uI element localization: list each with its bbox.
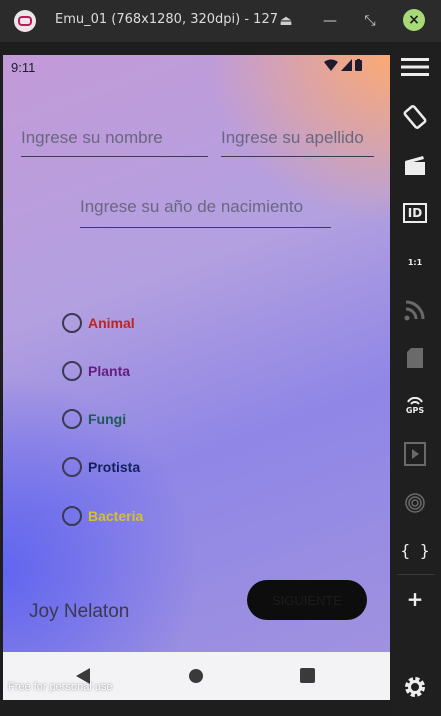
fingerprint-icon[interactable] — [400, 488, 430, 518]
code-icon[interactable]: { } — [400, 535, 430, 565]
menu-icon[interactable] — [400, 52, 430, 82]
anio-nacimiento-input[interactable] — [80, 192, 331, 228]
settings-gear-icon[interactable] — [400, 672, 430, 702]
radio-label: Bacteria — [88, 508, 144, 524]
user-name-text: Joy Nelaton — [29, 601, 130, 622]
add-icon[interactable]: + — [400, 584, 430, 614]
siguiente-button[interactable]: SIGUIENTE — [247, 580, 367, 620]
watermark-text: Free for personal use — [8, 681, 113, 693]
recents-icon[interactable] — [300, 668, 315, 683]
home-icon[interactable] — [189, 669, 203, 683]
media-icon[interactable] — [400, 439, 430, 469]
nombre-input[interactable] — [21, 125, 208, 157]
screencast-icon[interactable] — [400, 150, 430, 180]
pixel-perfect-icon[interactable]: 1:1 — [400, 247, 430, 277]
apellido-input[interactable] — [221, 125, 374, 157]
plus-label: + — [406, 587, 424, 611]
signal-icon — [341, 59, 352, 71]
radio-button[interactable] — [62, 457, 82, 477]
ratio-label: 1:1 — [407, 257, 423, 267]
radio-label: Planta — [88, 363, 131, 379]
device-id-icon[interactable]: ID — [400, 198, 430, 228]
close-button[interactable]: × — [403, 9, 425, 31]
radio-button[interactable] — [62, 409, 82, 429]
radio-option-fungi[interactable]: Fungi — [62, 409, 126, 429]
radio-button[interactable] — [62, 361, 82, 381]
radio-label: Protista — [88, 459, 141, 475]
window-title: Emu_01 (768x1280, 320dpi) - 127 — [55, 12, 278, 27]
id-label: ID — [402, 203, 428, 223]
phone-screen: 9:11 Animal Planta Fungi Protista Bacter… — [3, 55, 390, 700]
resize-icon[interactable]: ⤡ — [360, 11, 380, 31]
radio-option-animal[interactable]: Animal — [62, 313, 135, 333]
radio-option-planta[interactable]: Planta — [62, 361, 130, 381]
status-icons — [324, 59, 362, 71]
emulator-titlebar: Emu_01 (768x1280, 320dpi) - 127 ⏏ — ⤡ × — [0, 0, 441, 42]
gps-icon[interactable]: GPS — [400, 391, 430, 421]
wifi-icon — [324, 59, 338, 71]
radio-label: Animal — [88, 315, 135, 331]
eject-icon[interactable]: ⏏ — [276, 11, 296, 31]
emulator-toolbar: ID 1:1 GPS { } + — [391, 42, 441, 716]
toolbar-divider — [397, 574, 435, 575]
battery-icon — [355, 59, 362, 71]
radio-button[interactable] — [62, 506, 82, 526]
radio-label: Fungi — [88, 411, 127, 427]
code-label: { } — [400, 540, 430, 560]
network-icon[interactable] — [400, 295, 430, 325]
rotate-icon[interactable] — [400, 102, 430, 132]
radio-option-bacteria[interactable]: Bacteria — [62, 506, 143, 526]
gps-label: GPS — [405, 406, 425, 415]
minimize-icon[interactable]: — — [320, 11, 340, 31]
status-time: 9:11 — [11, 60, 36, 75]
radio-option-protista[interactable]: Protista — [62, 457, 140, 477]
genymotion-logo-icon — [14, 10, 36, 32]
status-bar: 9:11 — [3, 55, 390, 81]
sd-card-icon[interactable] — [400, 343, 430, 373]
radio-button[interactable] — [62, 313, 82, 333]
